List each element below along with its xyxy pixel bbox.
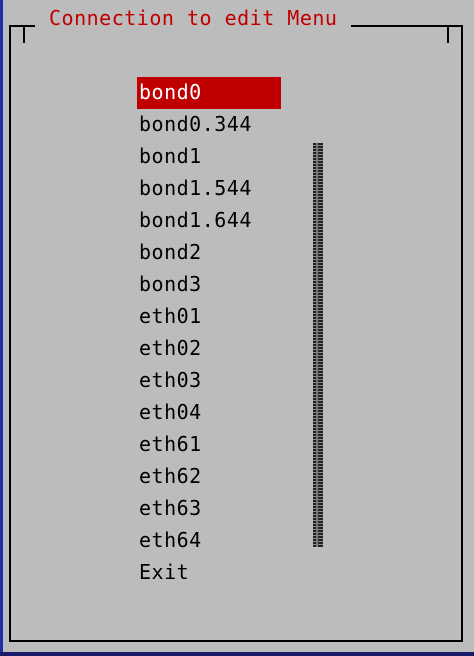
menu-item-bond0-344[interactable]: bond0.344 [137,109,281,141]
menu-item-bond2[interactable]: bond2 [137,237,281,269]
menu-item-bond1[interactable]: bond1 [137,141,281,173]
menu-item-eth62[interactable]: eth62 [137,461,281,493]
menu-item-bond0[interactable]: bond0 [137,77,281,109]
menu-item-eth61[interactable]: eth61 [137,429,281,461]
menu-item-eth64[interactable]: eth64 [137,525,281,557]
menu-item-bond1-544[interactable]: bond1.544 [137,173,281,205]
terminal-screen: Connection to edit Menu bond0 bond0.344 … [0,0,474,656]
terminal-bottom-edge [0,652,474,656]
title-left-tee [23,25,25,43]
menu-dialog: Connection to edit Menu bond0 bond0.344 … [9,5,463,642]
menu-item-bond3[interactable]: bond3 [137,269,281,301]
menu-dialog-body: Connection to edit Menu bond0 bond0.344 … [11,5,461,640]
dialog-title: Connection to edit Menu [35,5,352,31]
menu-item-eth02[interactable]: eth02 [137,333,281,365]
menu-item-eth63[interactable]: eth63 [137,493,281,525]
terminal-left-edge [0,0,3,656]
menu-item-exit[interactable]: Exit [137,557,281,589]
menu-item-eth04[interactable]: eth04 [137,397,281,429]
list-scrollbar[interactable] [313,143,323,547]
menu-item-eth01[interactable]: eth01 [137,301,281,333]
connection-list: bond0 bond0.344 bond1 bond1.544 bond1.64… [137,77,281,589]
title-right-tee [447,25,449,43]
menu-item-bond1-644[interactable]: bond1.644 [137,205,281,237]
menu-item-eth03[interactable]: eth03 [137,365,281,397]
